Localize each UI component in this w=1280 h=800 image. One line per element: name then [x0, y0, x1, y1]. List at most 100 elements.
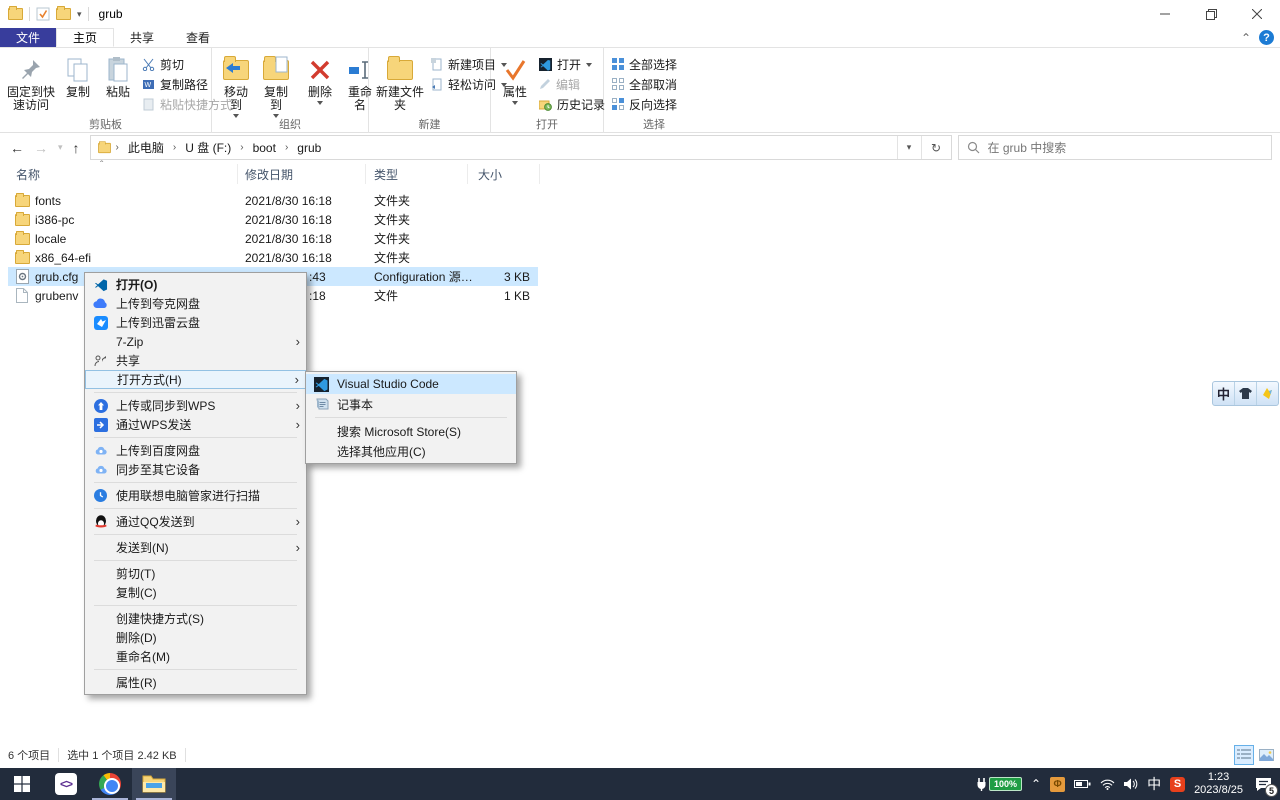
file-row-i386-pc[interactable]: i386-pc 2021/8/30 16:18 文件夹: [8, 210, 538, 229]
taskbar-code-editor-button[interactable]: <>: [44, 768, 88, 800]
menu-item-send-to[interactable]: 发送到(N) ›: [85, 538, 306, 557]
menu-item-lenovo-scan[interactable]: 使用联想电脑管家进行扫描: [85, 486, 306, 505]
delete-icon: [308, 54, 332, 86]
qat-dropdown-icon[interactable]: ▾: [77, 9, 82, 20]
menu-item-upload-wps[interactable]: 上传或同步到WPS ›: [85, 396, 306, 415]
menu-item-cut[interactable]: 剪切(T): [85, 564, 306, 583]
taskbar-explorer-button[interactable]: [132, 768, 176, 800]
battery-icon[interactable]: [1074, 779, 1091, 789]
back-button[interactable]: ←: [10, 140, 24, 156]
tab-share[interactable]: 共享: [114, 28, 170, 47]
ime-skin-icon[interactable]: [1234, 382, 1256, 405]
file-size: 1 KB: [504, 286, 530, 305]
new-folder-quick-icon[interactable]: [56, 8, 71, 20]
tab-view[interactable]: 查看: [170, 28, 226, 47]
file-row-fonts[interactable]: fonts 2021/8/30 16:18 文件夹: [8, 191, 538, 210]
new-folder-button[interactable]: 新建文件夹: [373, 52, 427, 114]
delete-button[interactable]: 删除: [300, 52, 340, 107]
menu-item-share[interactable]: 共享: [85, 351, 306, 370]
menu-item-properties[interactable]: 属性(R): [85, 673, 306, 692]
file-row-x86-64-efi[interactable]: x86_64-efi 2021/8/30 16:18 文件夹: [8, 248, 538, 267]
edit-button[interactable]: 编辑: [535, 74, 609, 94]
tab-file[interactable]: 文件: [0, 28, 56, 47]
submenu-item-choose-other-app[interactable]: 选择其他应用(C): [306, 441, 516, 461]
restore-button[interactable]: [1188, 0, 1234, 28]
submenu-item-search-store[interactable]: 搜索 Microsoft Store(S): [306, 421, 516, 441]
menu-item-open[interactable]: 打开(O): [85, 275, 306, 294]
tray-app-icon[interactable]: Φ: [1050, 777, 1065, 792]
start-button[interactable]: [0, 768, 44, 800]
column-header-type[interactable]: 类型: [374, 166, 398, 183]
tab-home[interactable]: 主页: [56, 28, 114, 47]
pin-to-quick-access-button[interactable]: 固定到快速访问: [4, 52, 58, 114]
recent-locations-icon[interactable]: ▾: [58, 142, 63, 153]
history-button[interactable]: 历史记录: [535, 94, 609, 114]
menu-item-upload-quark[interactable]: 上传到夸克网盘: [85, 294, 306, 313]
menu-item-sync-other-devices[interactable]: 同步至其它设备: [85, 460, 306, 479]
column-header-size[interactable]: 大小: [478, 166, 502, 183]
action-center-icon[interactable]: 5: [1252, 773, 1274, 795]
power-battery-indicator[interactable]: 100%: [976, 777, 1022, 791]
menu-item-7zip[interactable]: 7-Zip ›: [85, 332, 306, 351]
thumbnail-view-button[interactable]: [1256, 745, 1276, 765]
menu-item-delete[interactable]: 删除(D): [85, 628, 306, 647]
taskbar-chrome-button[interactable]: [88, 768, 132, 800]
refresh-icon[interactable]: ↻: [921, 136, 951, 159]
file-type: 文件夹: [374, 248, 410, 267]
speaker-icon[interactable]: [1124, 778, 1138, 790]
breadcrumb-grub[interactable]: grub: [292, 141, 326, 155]
sogou-logo-icon[interactable]: [1256, 382, 1278, 405]
breadcrumb-boot[interactable]: boot: [248, 141, 281, 155]
ime-mode-button[interactable]: 中: [1213, 382, 1234, 405]
submenu-item-vscode[interactable]: Visual Studio Code: [306, 374, 516, 394]
menu-item-send-qq[interactable]: 通过QQ发送到 ›: [85, 512, 306, 531]
sogou-tray-icon[interactable]: S: [1170, 777, 1185, 792]
close-button[interactable]: [1234, 0, 1280, 28]
dropdown-caret: [317, 101, 323, 105]
quick-access-toolbar: ▾ grub: [0, 7, 123, 21]
properties-button[interactable]: 属性: [495, 52, 535, 107]
menu-item-create-shortcut[interactable]: 创建快捷方式(S): [85, 609, 306, 628]
help-icon[interactable]: ?: [1259, 30, 1274, 45]
invert-selection-button[interactable]: 反向选择: [608, 94, 681, 114]
breadcrumb-this-pc[interactable]: 此电脑: [123, 139, 169, 156]
breadcrumb-bar[interactable]: › 此电脑 › U 盘 (F:) › boot › grub ▾ ↻: [90, 135, 952, 160]
properties-quick-icon[interactable]: [36, 7, 50, 21]
forward-button[interactable]: →: [34, 140, 48, 156]
select-all-button[interactable]: 全部选择: [608, 54, 681, 74]
copy-button[interactable]: 复制: [58, 52, 98, 101]
file-name: x86_64-efi: [35, 248, 91, 267]
menu-item-rename[interactable]: 重命名(M): [85, 647, 306, 666]
up-button[interactable]: ↑: [73, 140, 80, 156]
column-header-name[interactable]: 名称: [16, 166, 40, 183]
collapse-ribbon-icon[interactable]: ⌃: [1241, 31, 1251, 45]
move-to-button[interactable]: 移动到: [216, 52, 256, 120]
details-view-button[interactable]: [1234, 745, 1254, 765]
copy-to-button[interactable]: 复制到: [256, 52, 296, 120]
open-with-submenu: Visual Studio Code 记事本 搜索 Microsoft Stor…: [305, 371, 517, 464]
menu-item-open-with[interactable]: 打开方式(H) ›: [85, 370, 306, 389]
tray-clock[interactable]: 1:23 2023/8/25: [1194, 771, 1243, 797]
menu-item-send-wps[interactable]: 通过WPS发送 ›: [85, 415, 306, 434]
wps-upload-icon: [85, 399, 116, 413]
sort-ascending-icon: ˆ: [100, 160, 103, 171]
file-row-locale[interactable]: locale 2021/8/30 16:18 文件夹: [8, 229, 538, 248]
breadcrumb-usb-drive[interactable]: U 盘 (F:): [180, 139, 236, 156]
search-box[interactable]: [958, 135, 1272, 160]
menu-item-upload-baidu[interactable]: 上传到百度网盘: [85, 441, 306, 460]
menu-item-copy[interactable]: 复制(C): [85, 583, 306, 602]
address-dropdown-icon[interactable]: ▾: [897, 136, 921, 159]
search-input[interactable]: [988, 141, 1263, 155]
submenu-item-notepad[interactable]: 记事本: [306, 394, 516, 414]
menu-item-upload-xunlei[interactable]: 上传到迅雷云盘: [85, 313, 306, 332]
select-none-button[interactable]: 全部取消: [608, 74, 681, 94]
hidden-icons-chevron[interactable]: ⌃: [1031, 777, 1041, 791]
open-button[interactable]: 打开: [535, 54, 609, 74]
wifi-icon[interactable]: [1100, 779, 1115, 790]
divider: [88, 7, 89, 21]
ime-indicator[interactable]: 中: [1147, 774, 1161, 794]
paste-button[interactable]: 粘贴: [98, 52, 138, 101]
edit-pencil-icon: [539, 78, 551, 90]
column-header-date[interactable]: 修改日期: [245, 166, 293, 183]
minimize-button[interactable]: [1142, 0, 1188, 28]
